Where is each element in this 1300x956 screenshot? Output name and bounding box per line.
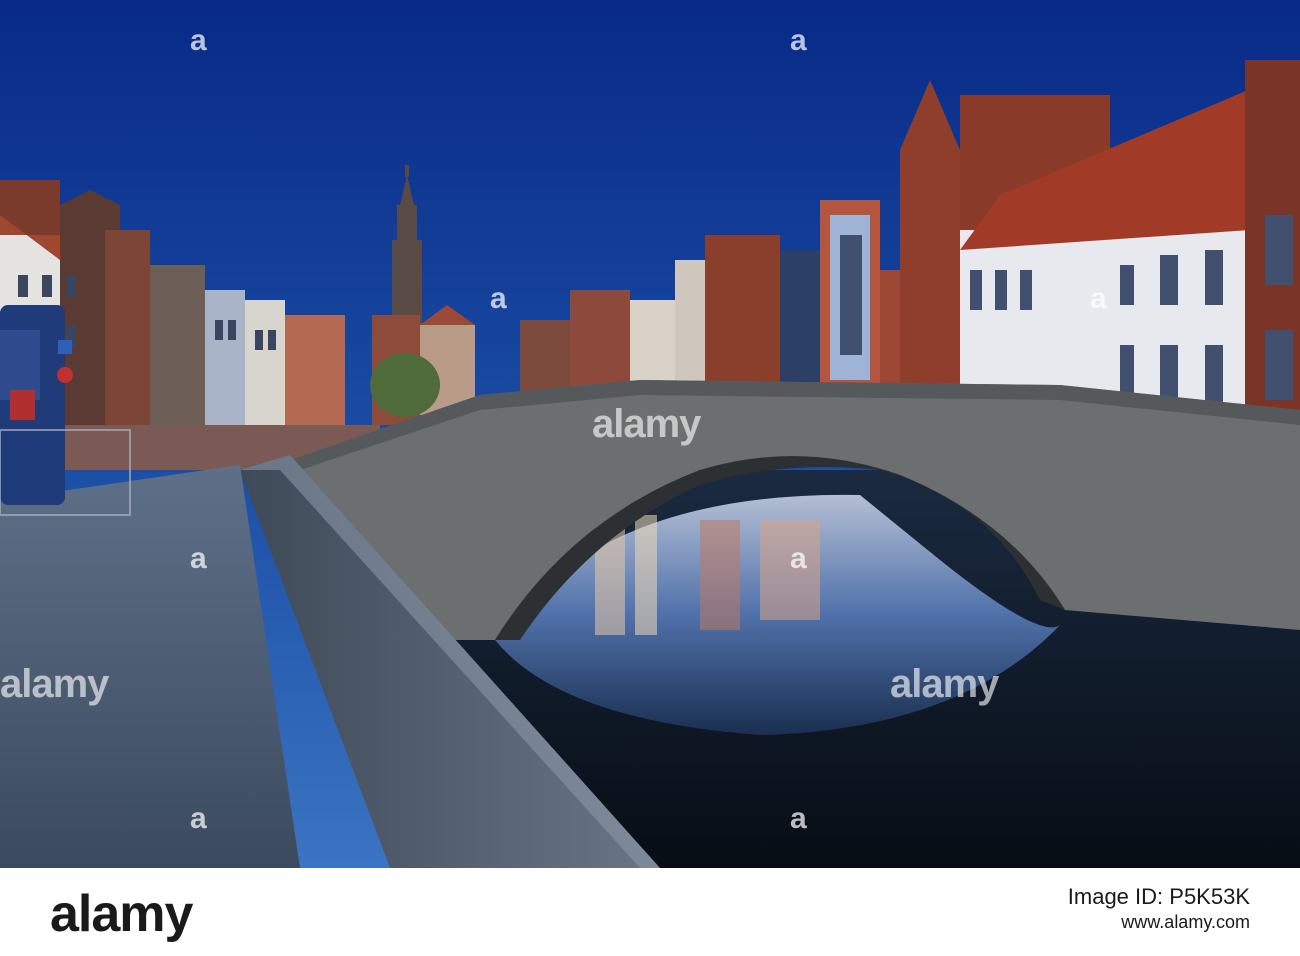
footer-bar: alamy Image ID: P5K53K www.alamy.com <box>0 868 1300 956</box>
photo: alamy alamy alamy a a a a a a a a <box>0 0 1300 868</box>
site-url[interactable]: www.alamy.com <box>1068 910 1250 934</box>
alamy-logo[interactable]: alamy <box>50 884 193 944</box>
parked-van <box>0 305 65 505</box>
canal-scene <box>0 0 1300 868</box>
image-id-label: Image ID: <box>1067 884 1164 909</box>
tree <box>370 353 440 417</box>
footer-info: Image ID: P5K53K www.alamy.com <box>1068 884 1250 934</box>
no-parking-sign <box>57 367 73 383</box>
blue-sign <box>58 340 72 354</box>
image-id: P5K53K <box>1169 884 1250 909</box>
image-id-line: Image ID: P5K53K <box>1068 884 1250 910</box>
